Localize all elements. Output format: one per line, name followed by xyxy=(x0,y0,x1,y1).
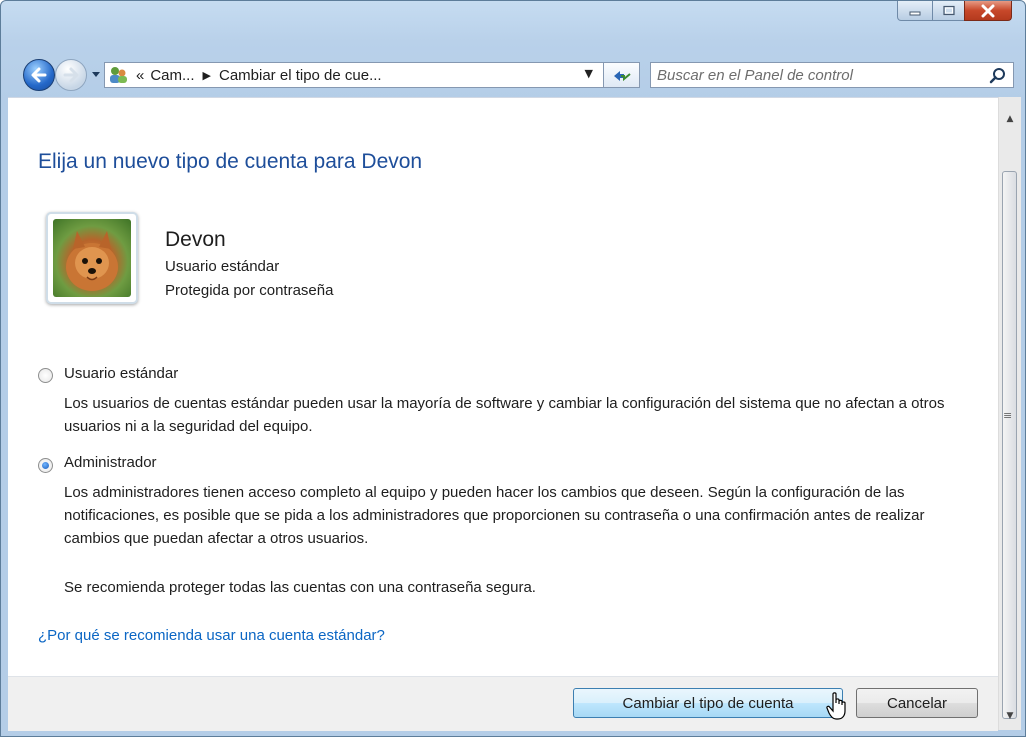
vertical-scrollbar[interactable]: ▲ ≡ ▼ xyxy=(998,97,1021,730)
standard-user-radio[interactable] xyxy=(38,368,53,383)
back-arrow-icon xyxy=(31,67,47,83)
change-account-type-button[interactable]: Cambiar el tipo de cuenta xyxy=(573,688,843,718)
close-icon xyxy=(981,4,995,17)
breadcrumb-separator-icon[interactable]: ▶ xyxy=(203,69,211,82)
why-standard-account-link[interactable]: ¿Por qué se recomienda usar una cuenta e… xyxy=(38,627,385,644)
breadcrumb-item-parent[interactable]: Cam... xyxy=(150,67,194,84)
maximize-icon xyxy=(942,5,955,15)
scroll-grip-icon: ≡ xyxy=(1003,409,1013,422)
breadcrumb-prefix[interactable]: « xyxy=(136,67,144,84)
minimize-icon xyxy=(909,11,921,15)
search-input[interactable] xyxy=(657,66,977,84)
scroll-down-icon[interactable]: ▼ xyxy=(999,706,1021,726)
forward-button[interactable] xyxy=(55,59,87,91)
mouse-pointer-icon xyxy=(826,692,846,720)
address-dropdown-icon[interactable]: ▼ xyxy=(585,67,593,80)
user-accounts-icon xyxy=(108,65,128,85)
search-box[interactable] xyxy=(650,62,1014,88)
content-pane: Elija un nuevo tipo de cuenta para Devon… xyxy=(8,97,998,731)
administrator-label[interactable]: Administrador xyxy=(64,454,157,471)
maximize-button[interactable] xyxy=(932,1,965,21)
user-account-type: Usuario estándar xyxy=(165,258,280,275)
administrator-description: Los administradores tienen acceso comple… xyxy=(64,484,925,547)
address-bar[interactable]: « Cam... ▶ Cambiar el tipo de cue... ▼ xyxy=(104,62,604,88)
dog-picture xyxy=(53,219,131,297)
close-button[interactable] xyxy=(964,1,1012,21)
dialog-footer: Cambiar el tipo de cuenta Cancelar xyxy=(8,677,998,731)
minimize-button[interactable] xyxy=(897,1,933,21)
refresh-button[interactable] xyxy=(604,62,640,88)
user-name: Devon xyxy=(165,228,226,251)
forward-arrow-icon xyxy=(63,67,79,83)
title-bar xyxy=(1,1,1025,45)
standard-user-description: Los usuarios de cuentas estándar pueden … xyxy=(64,395,945,435)
recent-pages-dropdown-icon[interactable] xyxy=(91,68,101,80)
administrator-radio[interactable] xyxy=(38,458,53,473)
navigation-bar: « Cam... ▶ Cambiar el tipo de cue... ▼ xyxy=(1,55,1025,95)
control-panel-window: « Cam... ▶ Cambiar el tipo de cue... ▼ E… xyxy=(0,0,1026,737)
user-password-status: Protegida por contraseña xyxy=(165,282,334,299)
breadcrumb-item-current[interactable]: Cambiar el tipo de cue... xyxy=(219,67,382,84)
refresh-icon xyxy=(613,71,631,82)
page-title: Elija un nuevo tipo de cuenta para Devon xyxy=(38,150,423,173)
scrollbar-thumb[interactable] xyxy=(1002,171,1017,719)
standard-user-label[interactable]: Usuario estándar xyxy=(64,365,178,382)
back-button[interactable] xyxy=(23,59,55,91)
search-icon[interactable] xyxy=(989,67,1007,85)
password-recommendation-note: Se recomienda proteger todas las cuentas… xyxy=(64,579,536,596)
avatar xyxy=(46,212,138,304)
cancel-button[interactable]: Cancelar xyxy=(856,688,978,718)
scroll-up-icon[interactable]: ▲ xyxy=(999,109,1021,129)
